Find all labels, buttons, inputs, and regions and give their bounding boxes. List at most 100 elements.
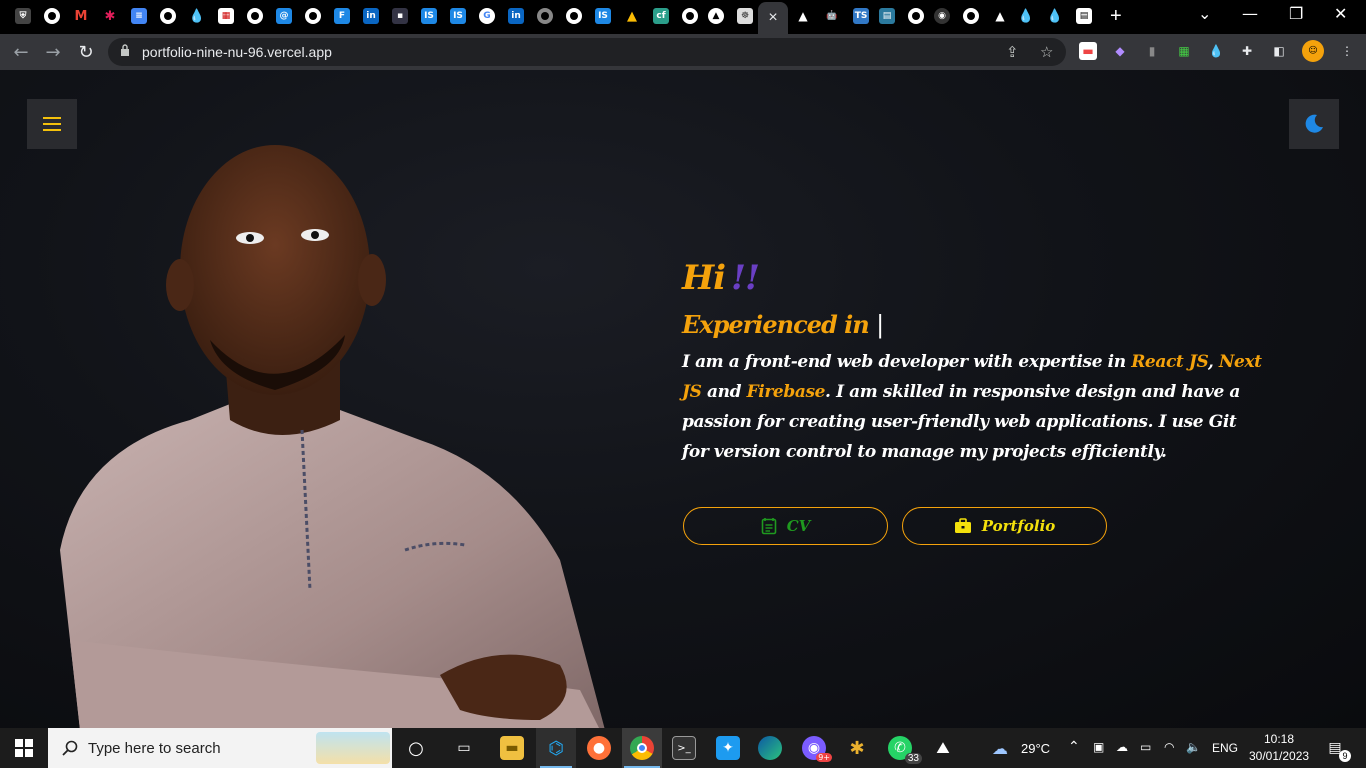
tab-store-icon[interactable]: ▦ xyxy=(216,6,236,26)
back-button[interactable]: ← xyxy=(10,41,32,63)
tab-favicon-shield-icon[interactable]: ⛨ xyxy=(13,6,33,26)
tray-chevron-up-icon[interactable]: ⌃ xyxy=(1068,738,1080,755)
vscode-icon[interactable]: ⌬ xyxy=(544,736,568,760)
chrome-icon[interactable] xyxy=(630,736,654,760)
language-indicator[interactable]: ENG xyxy=(1212,741,1238,755)
discord-icon[interactable]: ◉ 9+ xyxy=(802,736,832,762)
experience-heading: Experienced in | xyxy=(682,310,884,339)
address-bar[interactable]: portfolio-nine-nu-96.vercel.app ⇪ ☆ xyxy=(108,38,1066,66)
tab-is-icon[interactable]: IS xyxy=(419,6,439,26)
greeting-heading: Hi!! xyxy=(682,258,760,298)
tab-globe-icon[interactable] xyxy=(564,6,584,26)
cv-button[interactable]: CV xyxy=(683,507,888,545)
bio-paragraph: I am a front-end web developer with expe… xyxy=(682,352,1262,462)
browser-toolbar: ← → ↻ portfolio-nine-nu-96.vercel.app ⇪ … xyxy=(0,34,1366,70)
tab-triangle-icon[interactable]: ▲ xyxy=(793,6,813,26)
tab-triangle-icon[interactable]: ▲ xyxy=(990,6,1010,26)
document-icon xyxy=(761,518,777,535)
edge-icon[interactable] xyxy=(758,736,782,760)
active-tab-close-icon[interactable]: × xyxy=(758,2,788,34)
firefox-icon[interactable]: ● xyxy=(587,736,611,760)
tab-globe-icon[interactable] xyxy=(158,6,178,26)
forward-button[interactable]: → xyxy=(42,41,64,63)
close-window-button[interactable]: ✕ xyxy=(1334,4,1347,23)
tab-globe-icon[interactable] xyxy=(42,6,62,26)
tab-google-icon[interactable]: G xyxy=(477,6,497,26)
cloud-sync-icon[interactable]: ☁ xyxy=(1116,740,1128,754)
tab-search-icon[interactable]: ⌄ xyxy=(1198,4,1211,23)
meet-now-icon[interactable]: ▣ xyxy=(1093,740,1104,754)
tab-doc-icon[interactable]: ▤ xyxy=(1074,6,1094,26)
tab-drop-icon[interactable]: 💧 xyxy=(187,6,207,26)
tab-linkedin-icon[interactable]: in xyxy=(506,6,526,26)
tab-globe-icon[interactable] xyxy=(680,6,700,26)
extension-icon[interactable]: ▬ xyxy=(1079,42,1097,60)
clock-time[interactable]: 10:18 xyxy=(1264,732,1294,746)
twitter-icon[interactable]: ✦ xyxy=(716,736,740,760)
profile-portrait xyxy=(60,145,605,728)
cta-buttons: CV Portfolio xyxy=(683,507,1107,545)
tab-globe-icon[interactable] xyxy=(961,6,981,26)
photos-icon[interactable]: ⛰ xyxy=(931,736,955,760)
tab-globe-icon[interactable] xyxy=(906,6,926,26)
tab-globe-icon[interactable] xyxy=(303,6,323,26)
slack-icon[interactable]: ✱ xyxy=(845,736,869,760)
portfolio-button-label: Portfolio xyxy=(981,517,1056,535)
tab-ts-icon[interactable]: TS xyxy=(851,6,871,26)
tab-is-icon[interactable]: IS xyxy=(448,6,468,26)
minimize-button[interactable]: — xyxy=(1242,4,1258,23)
bookmark-star-icon[interactable]: ☆ xyxy=(1040,43,1053,61)
file-explorer-icon[interactable]: ▬ xyxy=(500,736,524,760)
tab-github-icon[interactable]: ◉ xyxy=(932,6,952,26)
wifi-icon[interactable]: ◠ xyxy=(1164,740,1174,754)
lock-icon xyxy=(121,44,129,56)
terminal-icon[interactable]: >_ xyxy=(672,736,696,760)
weather-temperature[interactable]: 29°C xyxy=(1021,741,1050,756)
search-placeholder: Type here to search xyxy=(88,739,221,757)
tab-image-icon[interactable]: ▤ xyxy=(877,6,897,26)
extensions-puzzle-icon[interactable]: ✚ xyxy=(1238,42,1256,60)
tab-drop-icon[interactable]: 💧 xyxy=(1016,6,1036,26)
whatsapp-icon[interactable]: ✆ 33 xyxy=(888,736,922,764)
tab-globe-icon[interactable] xyxy=(245,6,265,26)
task-view-icon[interactable]: ▭ xyxy=(452,736,476,760)
reload-button[interactable]: ↻ xyxy=(75,41,97,63)
extension-icon[interactable]: ▦ xyxy=(1175,42,1193,60)
weather-cloud-icon[interactable]: ☁ xyxy=(988,736,1012,760)
tab-docs-icon[interactable]: ≡ xyxy=(129,6,149,26)
tab-linkedin-icon[interactable]: in xyxy=(361,6,381,26)
battery-icon[interactable]: ▭ xyxy=(1140,740,1151,754)
tab-is-icon[interactable]: IS xyxy=(593,6,613,26)
hero-section: Hi!! Experienced in | I am a front-end w… xyxy=(682,258,1282,467)
extension-icon[interactable]: ▮ xyxy=(1143,42,1161,60)
extension-icon[interactable]: ◆ xyxy=(1111,42,1129,60)
volume-icon[interactable]: 🔈 xyxy=(1186,740,1201,754)
theme-toggle-moon-icon[interactable] xyxy=(1289,99,1339,149)
extension-drop-icon[interactable]: 💧 xyxy=(1207,42,1225,60)
tab-drop-icon[interactable]: 💧 xyxy=(1045,6,1065,26)
tab-at-icon[interactable]: @ xyxy=(274,6,294,26)
side-panel-icon[interactable]: ◧ xyxy=(1270,42,1288,60)
taskbar-search-box[interactable]: Type here to search xyxy=(48,728,392,768)
cortana-circle-icon[interactable]: ○ xyxy=(404,736,428,760)
tab-bot-icon[interactable]: 🤖 xyxy=(822,6,842,26)
tab-gmail-icon[interactable]: M xyxy=(71,6,91,26)
new-tab-button[interactable]: + xyxy=(1110,5,1122,28)
tab-cf-icon[interactable]: cf xyxy=(651,6,671,26)
tab-drive-icon[interactable]: ▲ xyxy=(622,6,642,26)
start-windows-icon[interactable] xyxy=(0,728,48,768)
share-icon[interactable]: ⇪ xyxy=(1006,43,1019,61)
browser-menu-icon[interactable]: ⋮ xyxy=(1338,42,1356,60)
restore-button[interactable]: ❐ xyxy=(1289,4,1303,23)
tab-crest-icon[interactable]: ☸ xyxy=(735,6,755,26)
notification-center-icon[interactable]: ▤ 9 xyxy=(1323,736,1351,762)
url-text: portfolio-nine-nu-96.vercel.app xyxy=(142,44,332,60)
tab-slack-icon[interactable]: ✱ xyxy=(100,6,120,26)
profile-avatar[interactable]: ☺ xyxy=(1302,40,1324,62)
tab-camera-icon[interactable]: ▪ xyxy=(390,6,410,26)
clock-date[interactable]: 30/01/2023 xyxy=(1249,749,1309,763)
portfolio-button[interactable]: Portfolio xyxy=(902,507,1107,545)
tab-f-icon[interactable]: F xyxy=(332,6,352,26)
tab-globe-icon[interactable] xyxy=(535,6,555,26)
tab-triangle-icon[interactable]: ▲ xyxy=(706,6,726,26)
